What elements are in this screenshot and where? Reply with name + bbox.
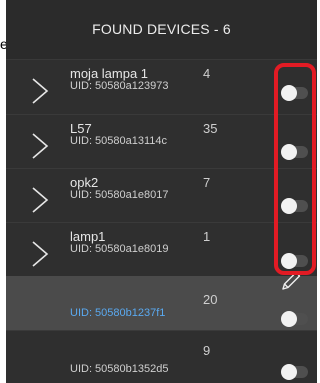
chevron-right-icon[interactable] (28, 77, 52, 105)
device-toggle[interactable] (281, 311, 308, 327)
device-row-selected[interactable]: UID: 50580b1237f1 20 (6, 276, 317, 338)
device-name: L57 (70, 121, 92, 136)
device-toggle[interactable] (281, 198, 308, 214)
pencil-icon[interactable] (280, 270, 302, 292)
device-count: 1 (203, 229, 211, 244)
device-uid: UID: 50580a123973 (70, 80, 169, 92)
device-toggle[interactable] (281, 253, 308, 269)
toggle-knob (281, 311, 297, 327)
chevron-right-icon[interactable] (28, 240, 52, 268)
chevron-right-icon[interactable] (28, 186, 52, 214)
toggle-knob (281, 144, 297, 160)
device-toggle[interactable] (281, 364, 308, 380)
panel-header: FOUND DEVICES - 6 (6, 0, 317, 60)
device-count: 4 (203, 66, 211, 81)
device-count: 7 (203, 175, 211, 190)
found-devices-panel: FOUND DEVICES - 6 moja lampa 1 UID: 5058… (6, 0, 317, 383)
device-count: 20 (203, 292, 218, 307)
device-name: moja lampa 1 (70, 66, 149, 81)
device-name: lamp1 (70, 229, 106, 244)
device-row[interactable]: UID: 50580b1352d5 9 (6, 330, 317, 383)
device-uid: UID: 50580b1237f1 (70, 307, 166, 319)
toggle-knob (281, 85, 297, 101)
device-uid: UID: 50580b1352d5 (70, 363, 169, 375)
toggle-knob (281, 253, 297, 269)
device-count: 9 (203, 343, 211, 358)
toggle-knob (281, 364, 297, 380)
device-uid: UID: 50580a1e8019 (70, 243, 169, 255)
device-toggle[interactable] (281, 144, 308, 160)
device-count: 35 (203, 121, 218, 136)
device-uid: UID: 50580a13114c (70, 135, 168, 147)
chevron-right-icon[interactable] (28, 132, 52, 160)
device-toggle[interactable] (281, 85, 308, 101)
toggle-knob (281, 198, 297, 214)
device-name: opk2 (70, 175, 99, 190)
device-uid: UID: 50580a1e8017 (70, 189, 169, 201)
device-row[interactable]: moja lampa 1 UID: 50580a123973 4 (6, 60, 317, 122)
